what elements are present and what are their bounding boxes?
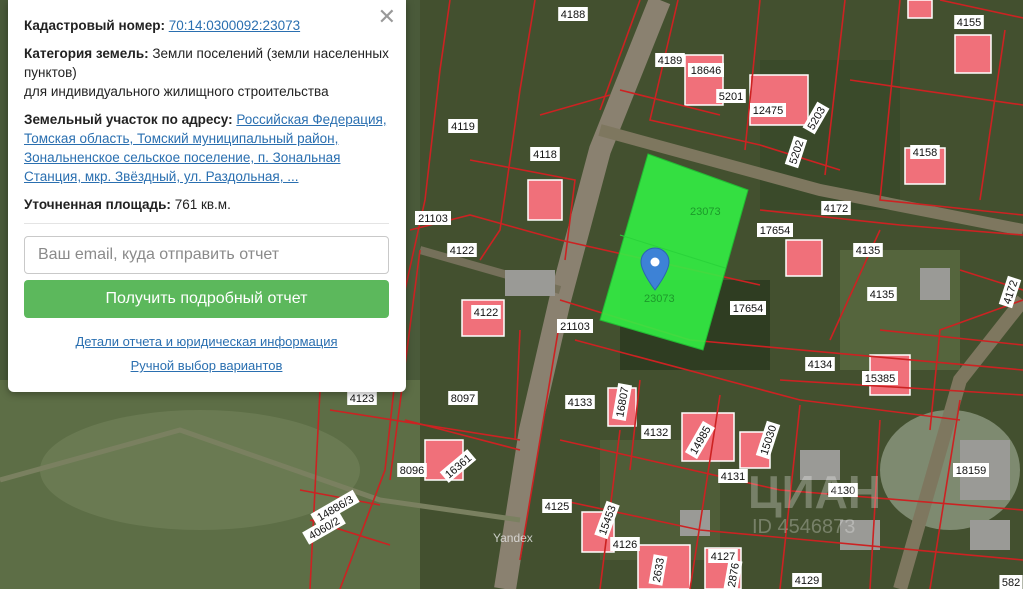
plot-label-4155: 4155 (954, 15, 984, 29)
plot-label-582: 582 (999, 575, 1023, 589)
svg-text:4135: 4135 (856, 245, 880, 257)
svg-text:4118: 4118 (533, 149, 557, 161)
svg-text:4135: 4135 (870, 289, 894, 301)
area-value: 761 кв.м. (174, 197, 231, 212)
plot-label-4189: 4189 (655, 53, 685, 67)
svg-text:21103: 21103 (418, 213, 448, 225)
svg-text:17654: 17654 (760, 225, 791, 237)
plot-label-18159: 18159 (953, 463, 989, 477)
plot-label-4135: 4135 (853, 243, 883, 257)
map-provider-logo: Yandex (493, 531, 533, 545)
plot-label-4129: 4129 (792, 573, 822, 587)
svg-text:8096: 8096 (400, 465, 424, 477)
watermark-id: ID 4546873 (752, 516, 855, 538)
area-label: Уточненная площадь: (24, 197, 171, 212)
plot-label-4134: 4134 (805, 357, 835, 371)
plot-label-4126: 4126 (610, 537, 640, 551)
svg-text:4188: 4188 (561, 9, 585, 21)
category-label: Категория земель: (24, 46, 149, 61)
plot-label-4188: 4188 (558, 7, 588, 21)
svg-text:582: 582 (1002, 577, 1020, 589)
plot-label-4158: 4158 (910, 145, 940, 159)
svg-text:4134: 4134 (808, 359, 832, 371)
plot-label-18646: 18646 (688, 63, 724, 77)
svg-text:12475: 12475 (753, 105, 784, 117)
plot-label-4135: 4135 (867, 287, 897, 301)
area-row: Уточненная площадь: 761 кв.м. (24, 195, 390, 214)
email-input[interactable] (24, 236, 389, 274)
svg-text:4131: 4131 (721, 471, 745, 483)
svg-text:4122: 4122 (450, 245, 474, 257)
svg-text:21103: 21103 (560, 321, 590, 333)
svg-text:18159: 18159 (956, 465, 987, 477)
plot-label-4123: 4123 (347, 391, 377, 405)
selected-plot-label: 23073 (690, 206, 721, 218)
category-use: для индивидуального жилищного строительс… (24, 84, 329, 99)
plot-label-8096: 8096 (397, 463, 427, 477)
plot-label-17654: 17654 (730, 301, 766, 315)
report-details-link[interactable]: Детали отчета и юридическая информация (24, 332, 389, 351)
category-row: Категория земель: Земли поселений (земли… (24, 44, 390, 101)
svg-text:4158: 4158 (913, 147, 937, 159)
svg-text:17654: 17654 (733, 303, 764, 315)
svg-text:4172: 4172 (824, 203, 848, 215)
plot-label-21103: 21103 (415, 211, 451, 225)
watermark-brand: ЦИАН (748, 466, 881, 518)
plot-label-4118: 4118 (530, 147, 560, 161)
plot-label-4132: 4132 (641, 425, 671, 439)
plot-label-17654: 17654 (757, 223, 793, 237)
svg-text:4132: 4132 (644, 427, 668, 439)
manual-selection-link[interactable]: Ручной выбор вариантов (24, 356, 389, 375)
plot-label-4125: 4125 (542, 499, 572, 513)
plot-label-4122: 4122 (471, 305, 501, 319)
cadastral-number-link[interactable]: 70:14:0300092:23073 (169, 18, 300, 33)
svg-text:4126: 4126 (613, 539, 637, 551)
svg-text:4125: 4125 (545, 501, 569, 513)
get-report-button[interactable]: Получить подробный отчет (24, 280, 389, 318)
plot-label-12475: 12475 (750, 103, 786, 117)
svg-text:15385: 15385 (865, 373, 896, 385)
svg-text:4133: 4133 (568, 397, 592, 409)
close-icon[interactable]: ✕ (378, 6, 396, 28)
selected-plot-label-lower: 23073 (644, 293, 675, 305)
plot-label-15385: 15385 (862, 371, 898, 385)
plot-label-4122: 4122 (447, 243, 477, 257)
cadastral-label: Кадастровый номер: (24, 18, 165, 33)
plot-label-4131: 4131 (718, 469, 748, 483)
plot-label-4172: 4172 (821, 201, 851, 215)
cadastral-info-panel: ✕ Кадастровый номер: 70:14:0300092:23073… (8, 0, 406, 392)
svg-text:4122: 4122 (474, 307, 498, 319)
address-row: Земельный участок по адресу: Российская … (24, 110, 390, 186)
svg-text:4155: 4155 (957, 17, 981, 29)
svg-text:5201: 5201 (719, 91, 743, 103)
divider (24, 223, 389, 224)
plot-label-4119: 4119 (448, 119, 478, 133)
plot-label-5201: 5201 (716, 89, 746, 103)
plot-label-21103: 21103 (557, 319, 593, 333)
plot-label-4133: 4133 (565, 395, 595, 409)
svg-text:4123: 4123 (350, 393, 374, 405)
svg-text:8097: 8097 (451, 393, 475, 405)
svg-text:4119: 4119 (451, 121, 475, 133)
svg-text:18646: 18646 (691, 65, 722, 77)
plot-label-8097: 8097 (448, 391, 478, 405)
svg-text:4129: 4129 (795, 575, 819, 587)
address-label: Земельный участок по адресу: (24, 112, 233, 127)
svg-text:4189: 4189 (658, 55, 682, 67)
cadastral-row: Кадастровый номер: 70:14:0300092:23073 (24, 16, 390, 35)
